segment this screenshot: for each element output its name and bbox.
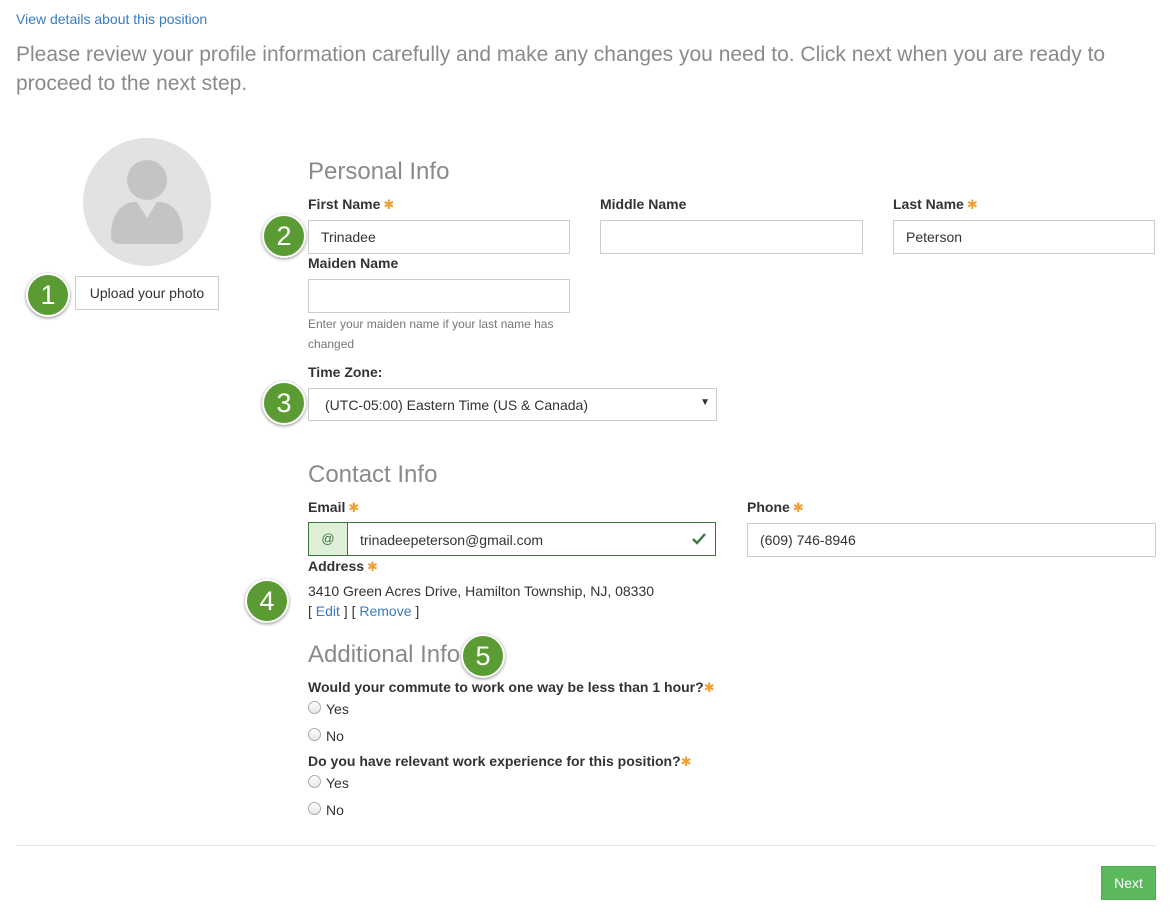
intro-text: Please review your profile information c… — [16, 43, 1106, 95]
commute-yes-label[interactable]: Yes — [326, 701, 349, 717]
personal-info-title: Personal Info — [308, 158, 450, 185]
experience-yes-radio[interactable] — [308, 775, 321, 788]
middle-name-input[interactable] — [600, 220, 863, 254]
maiden-name-label: Maiden Name — [308, 255, 399, 271]
experience-no-label[interactable]: No — [326, 802, 344, 818]
maiden-name-help: Enter your maiden name if your last name… — [308, 317, 554, 351]
last-name-label: Last Name ✱ — [893, 196, 978, 212]
first-name-label: First Name ✱ — [308, 196, 395, 212]
required-icon: ✱ — [348, 500, 360, 515]
caret-down-icon: ▼ — [700, 397, 710, 408]
avatar — [83, 138, 211, 266]
address-actions: [ Edit ] [ Remove ] — [308, 603, 420, 619]
footer-divider — [16, 845, 1156, 846]
required-icon: ✱ — [680, 754, 692, 769]
check-icon — [692, 533, 706, 545]
required-icon: ✱ — [792, 500, 804, 515]
phone-label: Phone ✱ — [747, 499, 804, 515]
phone-input[interactable] — [747, 523, 1156, 557]
last-name-input[interactable] — [893, 220, 1155, 254]
additional-info-title: Additional Info — [308, 641, 461, 668]
view-position-details-link[interactable]: View details about this position — [16, 11, 207, 27]
experience-yes-label[interactable]: Yes — [326, 775, 349, 791]
address-value: 3410 Green Acres Drive, Hamilton Townshi… — [308, 583, 655, 599]
first-name-input[interactable] — [308, 220, 570, 254]
address-edit-link[interactable]: Edit — [316, 603, 340, 619]
commute-question: Would your commute to work one way be le… — [308, 679, 715, 695]
commute-yes-radio[interactable] — [308, 701, 321, 714]
email-field[interactable]: @ trinadeepeterson@gmail.com — [308, 522, 716, 556]
at-icon: @ — [309, 523, 348, 555]
contact-info-title: Contact Info — [308, 461, 438, 488]
step-badge-4: 4 — [245, 579, 289, 623]
address-label: Address ✱ — [308, 558, 378, 574]
step-badge-5: 5 — [461, 634, 505, 678]
email-label: Email ✱ — [308, 499, 360, 515]
experience-no-radio[interactable] — [308, 802, 321, 815]
step-badge-3: 3 — [262, 381, 306, 425]
address-remove-link[interactable]: Remove — [359, 603, 411, 619]
maiden-name-input[interactable] — [308, 279, 570, 313]
next-button[interactable]: Next — [1101, 866, 1156, 900]
middle-name-label: Middle Name — [600, 196, 687, 212]
required-icon: ✱ — [383, 197, 395, 212]
time-zone-value: (UTC-05:00) Eastern Time (US & Canada) — [325, 397, 588, 413]
step-badge-1: 1 — [26, 273, 70, 317]
step-badge-2: 2 — [262, 214, 306, 258]
commute-no-radio[interactable] — [308, 728, 321, 741]
time-zone-label: Time Zone: — [308, 364, 383, 380]
user-silhouette-icon — [111, 160, 183, 244]
commute-no-label[interactable]: No — [326, 728, 344, 744]
required-icon: ✱ — [966, 197, 978, 212]
required-icon: ✱ — [703, 680, 715, 695]
time-zone-select[interactable]: (UTC-05:00) Eastern Time (US & Canada) ▼ — [308, 388, 717, 421]
required-icon: ✱ — [367, 559, 378, 574]
experience-question: Do you have relevant work experience for… — [308, 753, 692, 769]
upload-photo-button[interactable]: Upload your photo — [75, 276, 219, 310]
email-value[interactable]: trinadeepeterson@gmail.com — [360, 532, 543, 548]
